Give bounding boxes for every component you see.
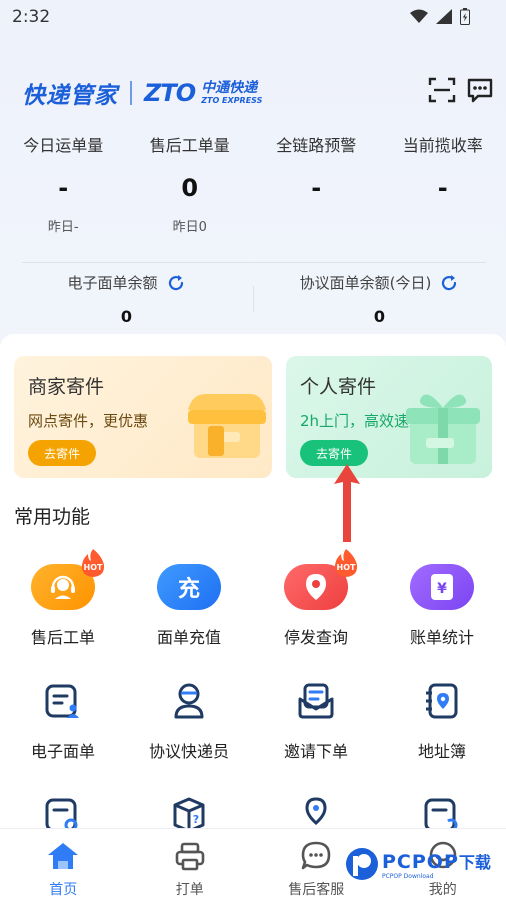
- status-bar: 2:32: [0, 0, 506, 34]
- hot-badge-label: HOT: [84, 563, 103, 572]
- watermark-logo-icon: [346, 848, 378, 880]
- func-label: 邀请下单: [283, 742, 348, 761]
- func-label: 停发查询: [283, 628, 348, 647]
- recharge-icon: 充: [157, 564, 221, 610]
- zto-name-cn: 中通快递: [201, 80, 258, 96]
- tab-label: 首页: [49, 882, 78, 898]
- invite-icon: [298, 683, 334, 719]
- tab-home[interactable]: 首页: [0, 829, 127, 900]
- balance-value: 0: [373, 307, 386, 326]
- section-title-common-functions: 常用功能: [14, 506, 91, 528]
- hot-badge-label: HOT: [337, 563, 356, 572]
- card-title: 个人寄件: [300, 376, 377, 398]
- refresh-icon[interactable]: [166, 273, 186, 293]
- hot-badge-icon: HOT: [334, 549, 358, 577]
- printer-icon: [175, 842, 205, 871]
- status-time: 2:32: [12, 7, 51, 27]
- func-bill-statistics[interactable]: ¥ 账单统计: [379, 562, 505, 648]
- merchant-ship-button[interactable]: 去寄件: [28, 440, 97, 466]
- watermark-small: PCPOP Download: [382, 872, 434, 880]
- gift-box-icon: [406, 394, 480, 464]
- divider: [22, 262, 486, 263]
- stat-today-waybills[interactable]: 今日运单量 - 昨日-: [0, 132, 127, 235]
- battery-icon: [460, 8, 470, 25]
- tab-label: 打单: [175, 882, 204, 898]
- func-label: 售后工单: [30, 628, 95, 647]
- message-icon[interactable]: [466, 76, 494, 104]
- stat-chain-alerts[interactable]: 全链路预警 -: [253, 132, 380, 234]
- wifi-icon: [410, 9, 428, 23]
- func-label: 账单统计: [409, 628, 474, 647]
- svg-text:¥: ¥: [437, 581, 447, 597]
- waybill-user-icon: [45, 684, 79, 718]
- merchant-shipping-card[interactable]: 商家寄件 网点寄件，更优惠 去寄件: [14, 356, 272, 478]
- stat-value: -: [311, 174, 322, 202]
- store-icon: [188, 394, 266, 458]
- stat-sub: [253, 216, 380, 234]
- tab-label: 我的: [428, 882, 457, 898]
- zto-name-en: ZTO EXPRESS: [201, 96, 263, 105]
- zto-logo: ZTO: [144, 79, 196, 107]
- tab-label: 售后客服: [288, 882, 345, 898]
- watermark-cn: 下载: [458, 852, 491, 872]
- func-label: 电子面单: [30, 742, 95, 761]
- stat-aftersale-tickets[interactable]: 售后工单量 0 昨日0: [127, 132, 254, 235]
- balance-label: 协议面单余额(今日): [299, 274, 432, 292]
- balance-value: 0: [120, 307, 133, 326]
- stats-row: 今日运单量 - 昨日- 售后工单量 0 昨日0 全链路预警 - 当前揽收率 -: [0, 132, 506, 235]
- balance-label: 电子面单余额: [67, 274, 158, 292]
- stat-sub: 昨日-: [47, 220, 79, 235]
- func-suspension-query[interactable]: HOT 停发查询: [253, 549, 379, 648]
- svg-text:?: ?: [193, 813, 199, 826]
- func-label: 面单充值: [156, 628, 221, 647]
- stat-sub: 昨日0: [172, 220, 207, 235]
- recharge-glyph: 充: [177, 577, 200, 602]
- stat-value: -: [58, 174, 69, 202]
- balance-e-waybill: 电子面单余额 0: [0, 272, 253, 326]
- scan-icon[interactable]: [428, 76, 456, 104]
- chat-icon: [301, 841, 331, 870]
- app-name: 快递管家: [22, 83, 118, 109]
- signal-icon: [436, 9, 452, 24]
- home-icon: [48, 843, 79, 869]
- zto-wordmark: 中通快递 ZTO EXPRESS: [201, 81, 262, 105]
- func-invite-order[interactable]: 邀请下单: [253, 676, 379, 762]
- address-book-icon: [426, 683, 458, 719]
- stat-value: -: [437, 174, 448, 202]
- stat-label: 售后工单量: [149, 136, 230, 155]
- pointer-arrow: [334, 464, 360, 542]
- personal-shipping-card[interactable]: 个人寄件 2h上门，高效速达 去寄件: [286, 356, 492, 478]
- hot-badge-icon: HOT: [81, 549, 105, 577]
- stat-label: 今日运单量: [23, 136, 104, 155]
- stat-sub: [380, 216, 506, 234]
- balance-agreement-waybill: 协议面单余额(今日) 0: [253, 272, 506, 326]
- card-title: 商家寄件: [28, 376, 105, 398]
- stat-pickup-rate[interactable]: 当前揽收率 -: [380, 132, 506, 234]
- brand-divider: [130, 81, 132, 105]
- brand-logo: 快递管家 ZTO 中通快递 ZTO EXPRESS: [22, 76, 262, 110]
- stat-label: 全链路预警: [276, 136, 357, 155]
- bill-icon: ¥: [410, 564, 474, 610]
- func-label: 协议快递员: [148, 742, 229, 761]
- watermark: PCPOP 下载 PCPOP Download: [344, 846, 491, 882]
- stat-label: 当前揽收率: [402, 136, 483, 155]
- stat-value: 0: [181, 174, 199, 202]
- func-waybill-recharge[interactable]: 充 面单充值: [126, 562, 252, 648]
- card-subtitle: 网点寄件，更优惠: [28, 412, 149, 430]
- func-address-book[interactable]: 地址簿: [379, 676, 505, 762]
- tab-print[interactable]: 打单: [127, 829, 254, 900]
- func-aftersale-ticket[interactable]: HOT 售后工单: [0, 549, 126, 648]
- func-e-waybill[interactable]: 电子面单: [0, 676, 126, 762]
- func-label: 地址簿: [417, 742, 466, 761]
- refresh-icon[interactable]: [439, 273, 459, 293]
- courier-icon: [174, 683, 204, 719]
- watermark-brand: PCPOP: [382, 850, 459, 873]
- func-agreement-courier[interactable]: 协议快递员: [126, 676, 252, 762]
- status-icons: [410, 8, 470, 25]
